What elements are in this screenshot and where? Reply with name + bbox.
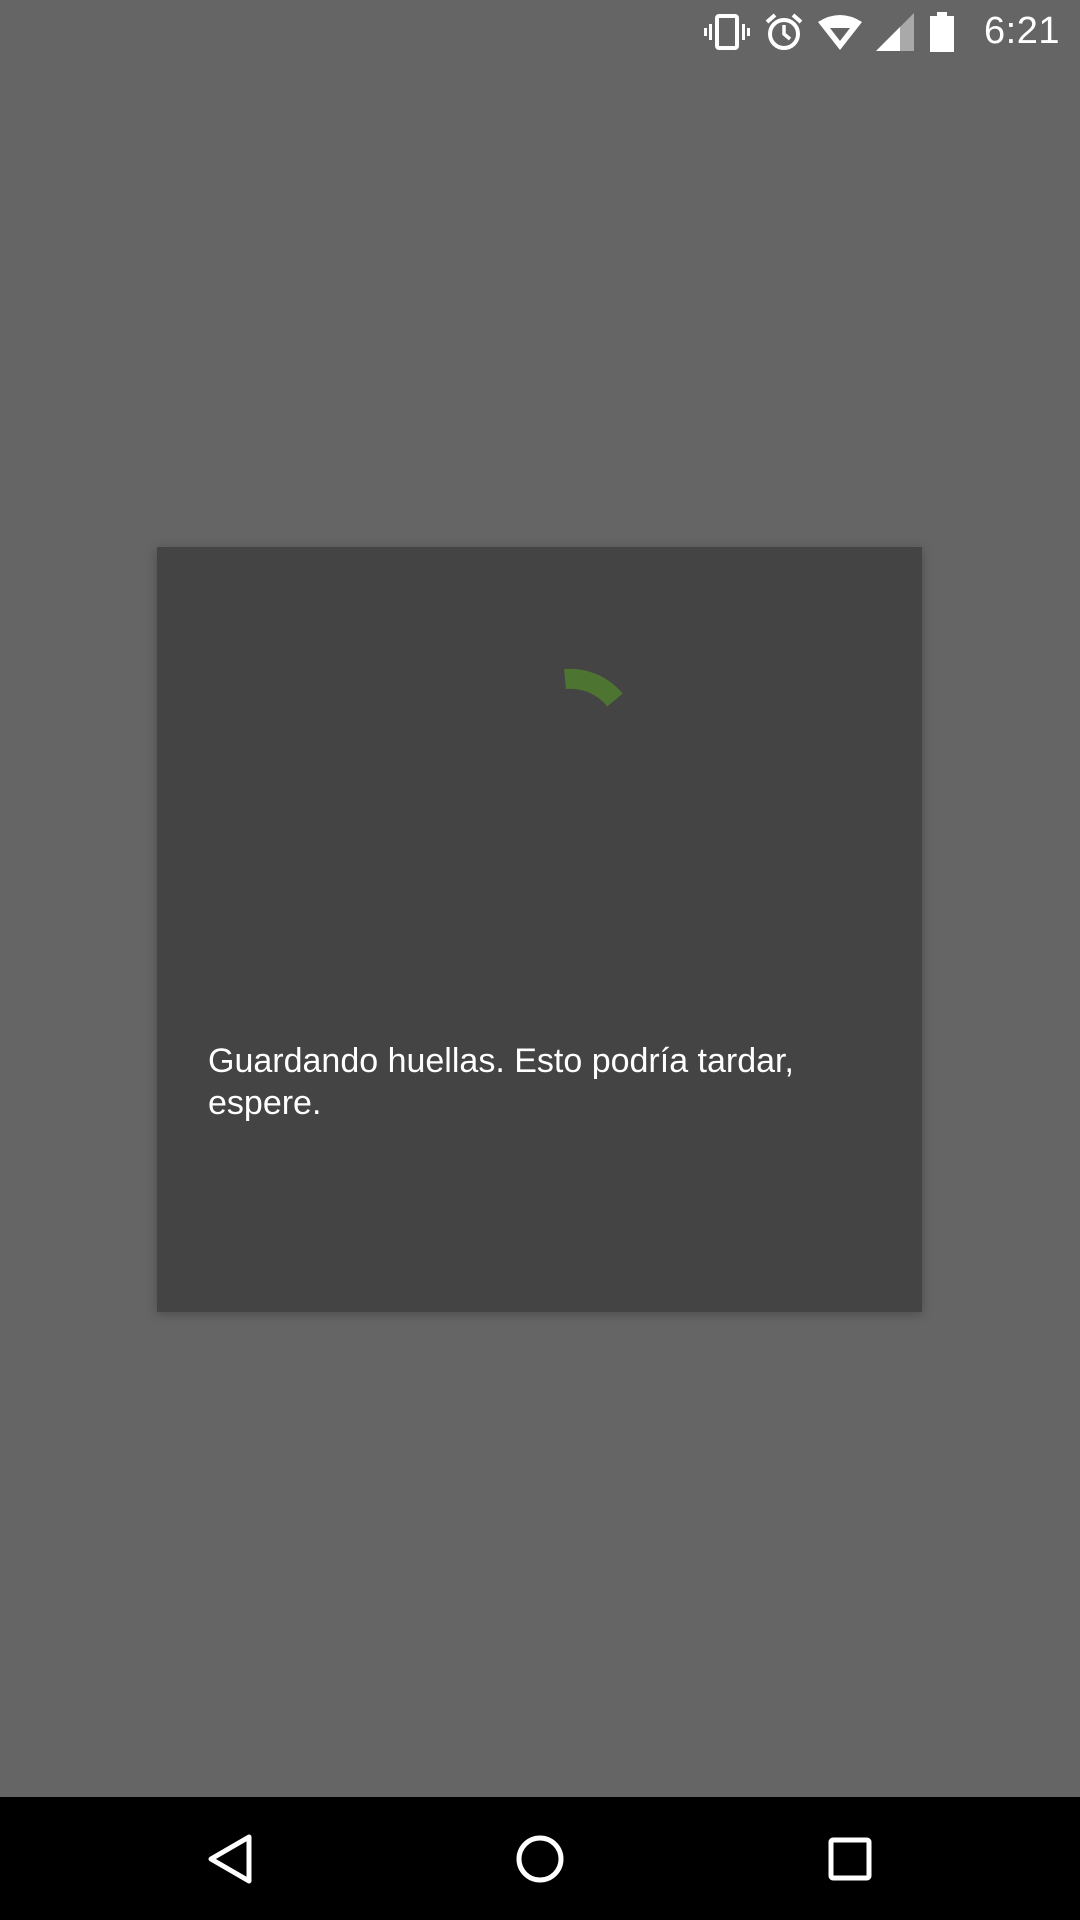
home-button[interactable]	[460, 1797, 620, 1920]
signal-icon	[876, 12, 915, 51]
recents-icon	[828, 1837, 872, 1880]
status-bar: 6:21	[0, 0, 1080, 63]
alarm-icon	[764, 12, 804, 52]
progress-spinner	[564, 668, 623, 707]
wifi-icon	[818, 14, 863, 50]
screen: 6:21 Guardando huellas. Esto podría tard…	[0, 0, 1080, 1920]
vibrate-icon	[704, 12, 751, 52]
navigation-bar	[0, 1797, 1080, 1920]
status-icons: 6:21	[704, 0, 1060, 63]
back-icon	[208, 1834, 252, 1883]
battery-icon	[928, 11, 956, 52]
recents-button[interactable]	[770, 1797, 930, 1920]
progress-dialog	[157, 547, 922, 1312]
home-icon	[516, 1835, 564, 1882]
status-clock: 6:21	[984, 10, 1060, 52]
dialog-message: Guardando huellas. Esto podría tardar, e…	[208, 1042, 794, 1122]
back-button[interactable]	[150, 1797, 310, 1920]
